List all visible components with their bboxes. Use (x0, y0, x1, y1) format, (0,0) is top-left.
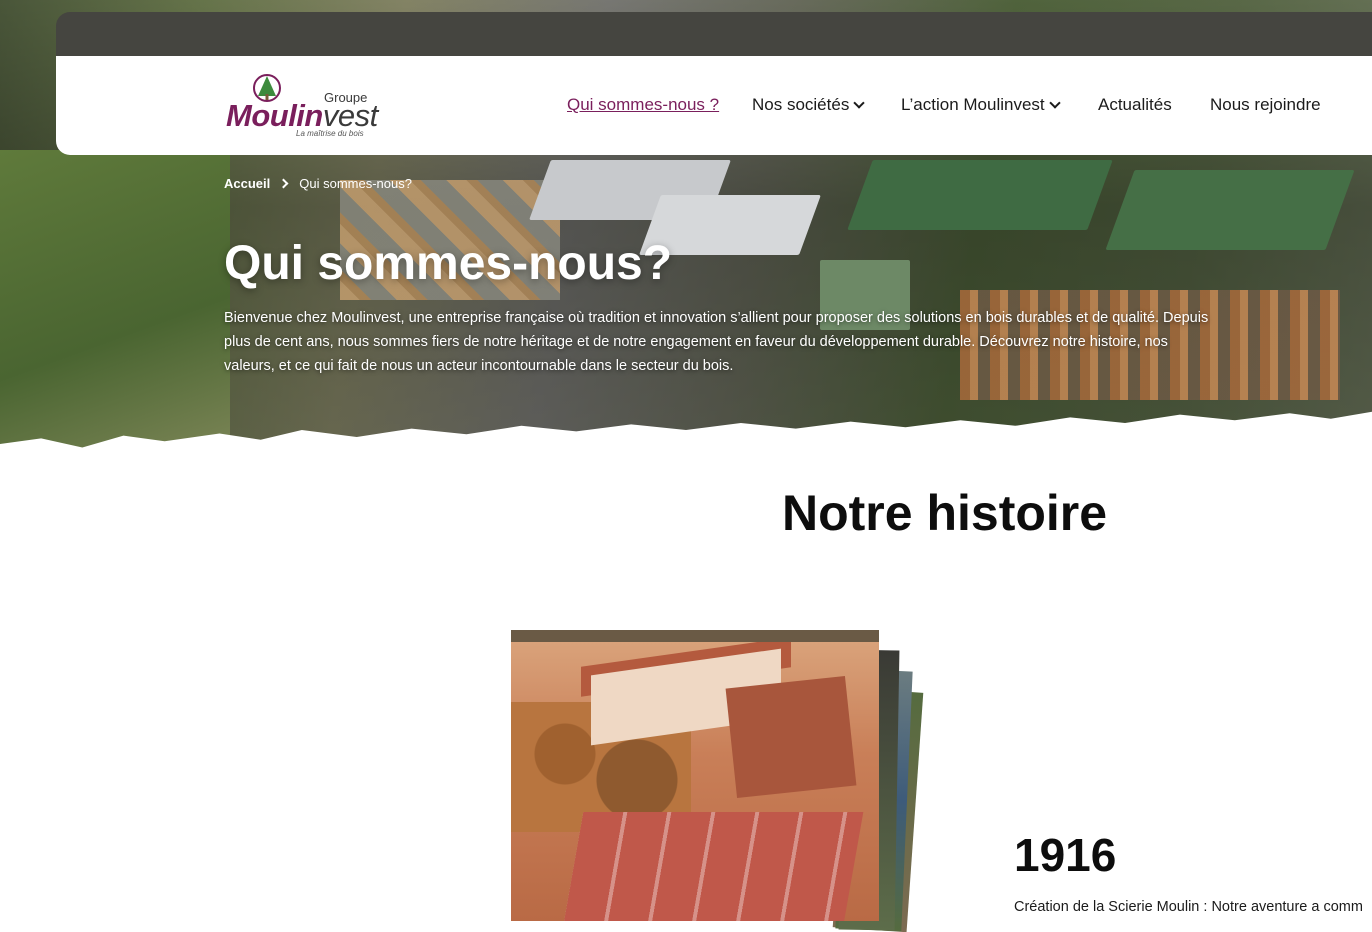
nav-nous-rejoindre[interactable]: Nous rejoindre (1210, 95, 1321, 117)
site-logo[interactable]: Groupe Moulinvest La maîtrise du bois (226, 72, 378, 142)
chevron-right-icon (278, 178, 289, 189)
logo-brand-part1: Moulin (226, 98, 323, 133)
history-section-title: Notre histoire (782, 485, 1108, 541)
nav-label: Nos sociétés (752, 95, 850, 114)
nav-label: Actualités (1098, 95, 1172, 114)
breadcrumb-current: Qui sommes-nous? (299, 176, 412, 191)
history-photo-1916 (511, 630, 879, 921)
nav-actualites[interactable]: Actualités (1098, 95, 1172, 117)
page-title: Qui sommes-nous? (224, 237, 673, 290)
logo-tagline: La maîtrise du bois (296, 129, 364, 138)
hero-intro-text: Bienvenue chez Moulinvest, une entrepris… (224, 310, 1209, 374)
photo-large-roof (558, 812, 864, 921)
history-year-text: Création de la Scierie Moulin : Notre av… (1014, 899, 1363, 915)
hero-fields-image (0, 150, 230, 450)
nav-label: Qui sommes-nous ? (567, 95, 720, 114)
history-year: 1916 (1014, 829, 1117, 881)
chevron-down-icon (1048, 97, 1061, 109)
photo-building (725, 676, 857, 798)
breadcrumb: Accueil Qui sommes-nous? (224, 176, 412, 191)
breadcrumb-home-link[interactable]: Accueil (224, 176, 270, 191)
hero-roof (1105, 170, 1355, 250)
top-bar (56, 12, 1372, 56)
nav-label: Nous rejoindre (1210, 95, 1321, 114)
nav-qui-sommes-nous[interactable]: Qui sommes-nous ? (567, 95, 719, 117)
nav-nos-societes[interactable]: Nos sociétés (752, 95, 865, 117)
logo-brand-part2: vest (322, 98, 378, 133)
nav-label: L’action Moulinvest (901, 95, 1045, 114)
hero-roof (847, 160, 1113, 230)
nav-action-moulinvest[interactable]: L’action Moulinvest (901, 95, 1061, 117)
chevron-down-icon (853, 97, 865, 109)
